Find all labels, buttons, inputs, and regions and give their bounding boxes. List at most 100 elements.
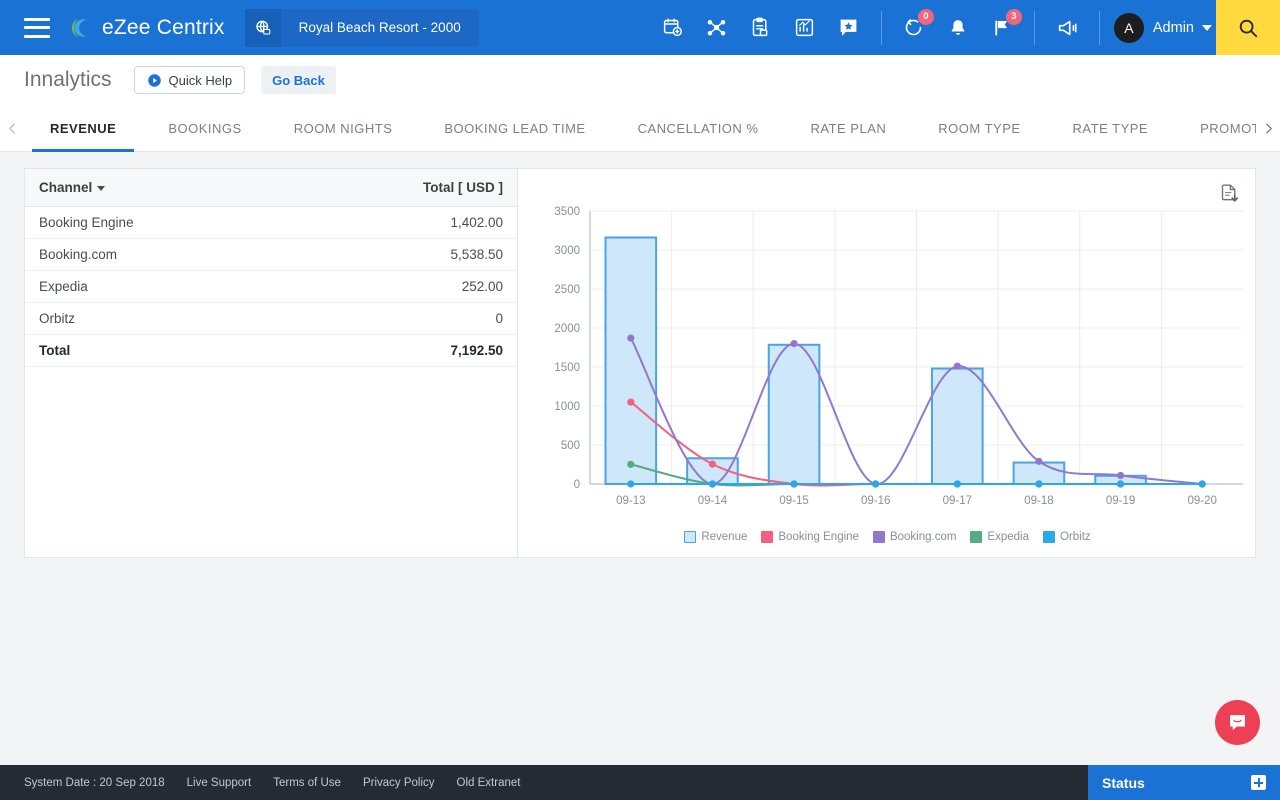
footer-link-terms-of-use[interactable]: Terms of Use xyxy=(273,777,341,789)
channel-revenue-table: Channel Total [ USD ] Booking Engine 1,4… xyxy=(25,169,517,367)
property-selector[interactable]: Royal Beach Resort - 2000 xyxy=(245,9,479,47)
flag-badge: 3 xyxy=(1006,9,1022,25)
footer-link-privacy-policy[interactable]: Privacy Policy xyxy=(363,777,435,789)
tab-rate-type[interactable]: RATE TYPE xyxy=(1047,105,1175,152)
chat-bubble-icon[interactable] xyxy=(1215,700,1260,745)
analytics-chart-icon[interactable] xyxy=(788,11,822,45)
legend-label: Booking.com xyxy=(890,531,956,543)
status-label: Status xyxy=(1102,775,1145,791)
hamburger-icon[interactable] xyxy=(24,18,50,38)
legend-item-booking-com[interactable]: Booking.com xyxy=(873,531,956,543)
table-total-row: Total 7,192.50 xyxy=(25,335,517,367)
combo-chart: 050010001500200025003000350009-1309-1409… xyxy=(518,199,1257,519)
refresh-history-icon[interactable]: 0 xyxy=(897,11,931,45)
avatar: A xyxy=(1114,13,1144,43)
cell-grand-total: 7,192.50 xyxy=(287,335,517,367)
legend-swatch xyxy=(684,531,696,543)
globe-icon xyxy=(245,9,281,47)
column-label: Total [ USD ] xyxy=(423,180,503,195)
network-share-icon[interactable] xyxy=(700,11,734,45)
legend-swatch xyxy=(761,531,773,543)
column-header-channel[interactable]: Channel xyxy=(25,169,287,207)
flag-icon[interactable]: 3 xyxy=(985,11,1019,45)
chevron-left-icon[interactable] xyxy=(0,105,24,152)
chart-legend: Revenue Booking Engine Booking.com Exped… xyxy=(518,531,1257,543)
header-icon-bar: 0 3 xyxy=(645,0,1216,55)
panel-row: Channel Total [ USD ] Booking Engine 1,4… xyxy=(0,152,1280,574)
svg-text:3000: 3000 xyxy=(554,245,580,257)
quick-help-button[interactable]: Quick Help xyxy=(134,66,246,94)
tab-promotion[interactable]: PROMOTION xyxy=(1174,105,1256,152)
cell-total: 5,538.50 xyxy=(287,239,517,271)
status-bar[interactable]: Status xyxy=(1088,765,1280,800)
notification-icons: 0 3 xyxy=(886,9,1030,47)
clipboard-icon[interactable] xyxy=(744,11,778,45)
legend-label: Booking Engine xyxy=(778,531,859,543)
svg-text:09-15: 09-15 xyxy=(779,495,808,507)
table-row[interactable]: Booking Engine 1,402.00 xyxy=(25,207,517,239)
top-header-bar: eZee Centrix Royal Beach Resort - 2000 xyxy=(0,0,1280,55)
calendar-add-icon[interactable] xyxy=(656,11,690,45)
sort-caret-icon xyxy=(97,186,105,191)
analytics-tab-bar: REVENUE BOOKINGS ROOM NIGHTS BOOKING LEA… xyxy=(0,105,1280,152)
legend-item-expedia[interactable]: Expedia xyxy=(970,531,1029,543)
table-body: Booking Engine 1,402.00 Booking.com 5,53… xyxy=(25,207,517,367)
system-date: System Date : 20 Sep 2018 xyxy=(24,777,165,789)
legend-item-revenue[interactable]: Revenue xyxy=(684,531,747,543)
tab-label: CANCELLATION % xyxy=(638,121,759,136)
quick-help-label: Quick Help xyxy=(169,73,233,88)
brand-logo-group[interactable]: eZee Centrix xyxy=(66,14,225,42)
user-menu[interactable]: A Admin xyxy=(1104,13,1216,43)
table-header-row: Channel Total [ USD ] xyxy=(25,169,517,207)
tab-label: BOOKINGS xyxy=(168,121,241,136)
main-content: Channel Total [ USD ] Booking Engine 1,4… xyxy=(0,152,1280,765)
divider xyxy=(881,11,882,45)
svg-text:09-17: 09-17 xyxy=(943,495,972,507)
channel-revenue-table-panel: Channel Total [ USD ] Booking Engine 1,4… xyxy=(24,168,517,558)
announcement-group xyxy=(1039,9,1095,47)
revenue-chart-panel: 050010001500200025003000350009-1309-1409… xyxy=(517,168,1256,558)
svg-text:500: 500 xyxy=(561,440,580,452)
legend-item-orbitz[interactable]: Orbitz xyxy=(1043,531,1091,543)
cell-total: 0 xyxy=(287,303,517,335)
tab-cancellation-pct[interactable]: CANCELLATION % xyxy=(612,105,785,152)
cell-channel: Orbitz xyxy=(25,303,287,335)
footer-link-live-support[interactable]: Live Support xyxy=(187,777,252,789)
svg-text:09-14: 09-14 xyxy=(698,495,728,507)
tab-booking-lead-time[interactable]: BOOKING LEAD TIME xyxy=(418,105,611,152)
plus-box-icon[interactable] xyxy=(1251,775,1266,790)
svg-text:09-19: 09-19 xyxy=(1106,495,1135,507)
table-row[interactable]: Booking.com 5,538.50 xyxy=(25,239,517,271)
tab-list: REVENUE BOOKINGS ROOM NIGHTS BOOKING LEA… xyxy=(24,105,1256,152)
table-row[interactable]: Orbitz 0 xyxy=(25,303,517,335)
megaphone-icon[interactable] xyxy=(1050,11,1084,45)
user-name: Admin xyxy=(1153,20,1194,36)
search-icon[interactable] xyxy=(1216,0,1280,55)
footer-link-old-extranet[interactable]: Old Extranet xyxy=(457,777,521,789)
chevron-down-icon xyxy=(1202,25,1212,31)
legend-item-booking-engine[interactable]: Booking Engine xyxy=(761,531,859,543)
column-header-total[interactable]: Total [ USD ] xyxy=(287,169,517,207)
tab-label: BOOKING LEAD TIME xyxy=(444,121,585,136)
legend-label: Orbitz xyxy=(1060,531,1091,543)
table-row[interactable]: Expedia 252.00 xyxy=(25,271,517,303)
star-message-icon[interactable] xyxy=(832,11,866,45)
tab-room-nights[interactable]: ROOM NIGHTS xyxy=(268,105,419,152)
page-title: Innalytics xyxy=(24,68,112,92)
chart-canvas: 050010001500200025003000350009-1309-1409… xyxy=(518,199,1257,519)
bell-icon[interactable] xyxy=(941,11,975,45)
chevron-right-icon[interactable] xyxy=(1256,105,1280,152)
tab-bookings[interactable]: BOOKINGS xyxy=(142,105,267,152)
svg-text:1000: 1000 xyxy=(554,401,580,413)
tab-revenue[interactable]: REVENUE xyxy=(24,105,142,152)
cell-channel: Booking.com xyxy=(25,239,287,271)
go-back-button[interactable]: Go Back xyxy=(261,66,336,94)
tab-rate-plan[interactable]: RATE PLAN xyxy=(784,105,912,152)
tab-label: REVENUE xyxy=(50,121,116,136)
tab-room-type[interactable]: ROOM TYPE xyxy=(912,105,1046,152)
page-title-row: Innalytics Quick Help Go Back xyxy=(0,55,1280,105)
svg-text:09-18: 09-18 xyxy=(1024,495,1053,507)
play-circle-icon xyxy=(147,73,162,88)
tab-label: ROOM TYPE xyxy=(938,121,1020,136)
tab-label: RATE TYPE xyxy=(1073,121,1149,136)
